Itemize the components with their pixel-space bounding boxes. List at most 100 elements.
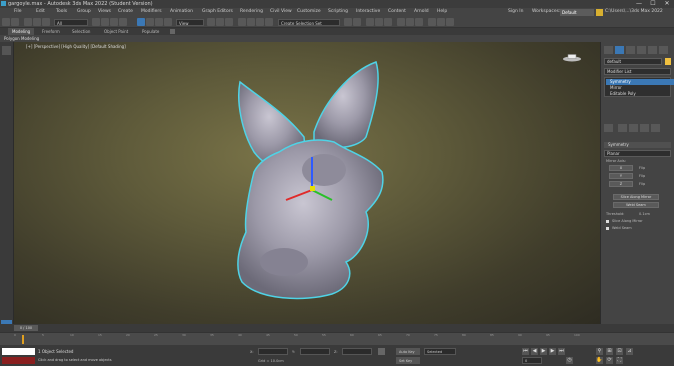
flip-z-label[interactable]: Flip <box>639 182 645 186</box>
tab-modeling[interactable]: Modeling <box>8 28 35 35</box>
select-manipulate-icon[interactable] <box>216 18 224 26</box>
auto-key-button[interactable]: Auto Key <box>396 348 420 355</box>
zoom-extents-icon[interactable]: ⊡ <box>616 348 623 355</box>
hierarchy-panel-icon[interactable] <box>626 46 635 54</box>
menu-arnold[interactable]: Arnold <box>414 9 429 14</box>
display-panel-icon[interactable] <box>648 46 657 54</box>
window-crossing-icon[interactable] <box>119 18 127 26</box>
remove-modifier-icon[interactable] <box>640 124 649 132</box>
weld-seam-checkbox[interactable] <box>606 227 609 230</box>
go-to-end-icon[interactable]: ⏭ <box>558 348 565 355</box>
menu-content[interactable]: Content <box>388 9 406 14</box>
rendered-frame-window-icon[interactable] <box>437 18 445 26</box>
menu-animation[interactable]: Animation <box>170 9 193 14</box>
next-frame-icon[interactable]: ▶ <box>549 348 556 355</box>
key-mode-icon[interactable] <box>378 348 385 355</box>
menu-graph-editors[interactable]: Graph Editors <box>202 9 233 14</box>
menu-file[interactable]: File <box>14 9 22 14</box>
selection-filter-dropdown[interactable]: All <box>54 18 88 26</box>
previous-frame-icon[interactable]: ◀ <box>531 348 538 355</box>
tab-selection[interactable]: Selection <box>68 28 94 35</box>
material-editor-icon[interactable] <box>415 18 423 26</box>
object-color-swatch[interactable] <box>665 58 671 65</box>
undo-icon[interactable] <box>2 18 10 26</box>
sign-in-link[interactable]: Sign In <box>508 9 523 14</box>
symmetry-mode-dropdown[interactable]: Planar <box>604 150 671 157</box>
perspective-viewport[interactable]: [+] [Perspective] [High Quality] [Defaul… <box>14 42 600 324</box>
slice-along-mirror-checkbox[interactable] <box>606 220 609 223</box>
track-bar[interactable]: 0 5 10 15 20 25 30 35 40 45 50 55 60 65 … <box>0 332 674 345</box>
menu-views[interactable]: Views <box>98 9 111 14</box>
render-setup-icon[interactable] <box>428 18 436 26</box>
keyboard-shortcut-override-icon[interactable] <box>225 18 233 26</box>
reference-coordinate-dropdown[interactable]: View <box>176 18 204 26</box>
x-coord-field[interactable] <box>258 348 288 355</box>
align-icon[interactable] <box>353 18 361 26</box>
menu-create[interactable]: Create <box>118 9 133 14</box>
folder-icon[interactable] <box>596 9 603 16</box>
axis-z-button[interactable]: Z <box>609 181 633 187</box>
menu-customize[interactable]: Customize <box>297 9 321 14</box>
menu-modifiers[interactable]: Modifiers <box>141 9 162 14</box>
zoom-icon[interactable]: ⚲ <box>596 348 603 355</box>
gargoyle-model[interactable] <box>14 42 600 324</box>
make-unique-icon[interactable] <box>629 124 638 132</box>
weld-seam-button[interactable]: Weld Seam <box>613 202 659 208</box>
maximize-viewport-icon[interactable]: ⛶ <box>616 357 623 364</box>
menu-group[interactable]: Group <box>77 9 91 14</box>
select-and-move-icon[interactable] <box>137 18 145 26</box>
named-selection-sets-field[interactable]: Create Selection Set <box>278 18 340 26</box>
unlink-icon[interactable] <box>33 18 41 26</box>
motion-panel-icon[interactable] <box>637 46 646 54</box>
bind-space-warp-icon[interactable] <box>42 18 50 26</box>
object-name-field[interactable]: default <box>604 58 662 65</box>
current-frame-marker[interactable] <box>22 335 24 344</box>
menu-scripting[interactable]: Scripting <box>328 9 348 14</box>
render-production-icon[interactable] <box>446 18 454 26</box>
current-frame-field[interactable]: 0 <box>522 357 542 364</box>
menu-interactive[interactable]: Interactive <box>356 9 380 14</box>
redo-icon[interactable] <box>11 18 19 26</box>
minimize-button[interactable]: — <box>632 0 646 8</box>
mirror-icon[interactable] <box>344 18 352 26</box>
select-object-icon[interactable] <box>92 18 100 26</box>
percent-snap-icon[interactable] <box>256 18 264 26</box>
pin-stack-icon[interactable] <box>604 124 613 132</box>
ribbon-options-icon[interactable] <box>170 29 175 34</box>
time-slider-thumb[interactable]: 0 / 100 <box>14 325 38 331</box>
menu-tools[interactable]: Tools <box>56 9 67 14</box>
stack-item-editable-poly[interactable]: Editable Poly <box>606 91 674 97</box>
pivot-point-icon[interactable] <box>207 18 215 26</box>
y-coord-field[interactable] <box>300 348 330 355</box>
key-filter-dropdown[interactable]: Selected <box>424 348 456 355</box>
go-to-start-icon[interactable]: ⏮ <box>522 348 529 355</box>
select-and-place-icon[interactable] <box>164 18 172 26</box>
create-panel-icon[interactable] <box>604 46 613 54</box>
utilities-panel-icon[interactable] <box>659 46 668 54</box>
menu-edit[interactable]: Edit <box>36 9 45 14</box>
viewcube-icon[interactable] <box>562 54 582 62</box>
zoom-all-icon[interactable]: ⊞ <box>606 348 613 355</box>
select-by-name-icon[interactable] <box>101 18 109 26</box>
play-icon[interactable]: ▶ <box>540 348 547 355</box>
maxscript-error-field[interactable] <box>2 357 35 364</box>
threshold-value[interactable]: 0.1cm <box>639 212 650 216</box>
angle-snap-icon[interactable] <box>247 18 255 26</box>
time-configuration-icon[interactable]: ◷ <box>566 357 573 364</box>
slice-along-mirror-button[interactable]: Slice Along Mirror <box>613 194 659 200</box>
time-slider[interactable]: 0 / 100 <box>0 324 674 332</box>
select-and-scale-icon[interactable] <box>155 18 163 26</box>
menu-civil-view[interactable]: Civil View <box>270 9 292 14</box>
modifier-list-dropdown[interactable]: Modifier List <box>604 68 671 75</box>
axis-y-button[interactable]: Y <box>609 173 633 179</box>
maximize-button[interactable]: ☐ <box>646 0 660 8</box>
polygon-modeling-label[interactable]: Polygon Modeling <box>4 36 39 41</box>
symmetry-rollout-header[interactable]: Symmetry <box>604 142 671 148</box>
field-of-view-icon[interactable]: ⊿ <box>626 348 633 355</box>
flip-x-label[interactable]: Flip <box>639 166 645 170</box>
tab-object-paint[interactable]: Object Paint <box>100 28 132 35</box>
curve-editor-icon[interactable] <box>397 18 405 26</box>
select-and-rotate-icon[interactable] <box>146 18 154 26</box>
spinner-snap-icon[interactable] <box>265 18 273 26</box>
pan-view-icon[interactable]: ✋ <box>596 357 603 364</box>
